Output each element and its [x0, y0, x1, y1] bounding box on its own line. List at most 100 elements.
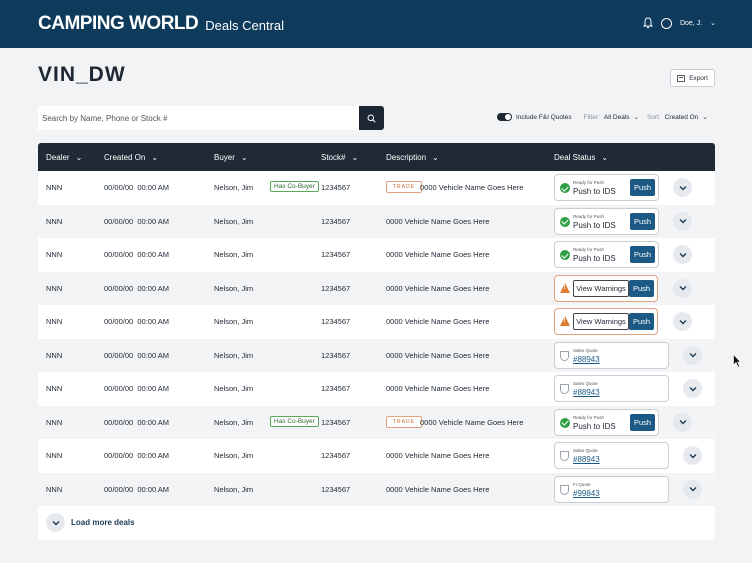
deal-status-box: Sales Quote #88943: [554, 375, 669, 402]
status-label: Ready for Push: [573, 180, 605, 185]
push-button[interactable]: Push: [629, 279, 654, 297]
expand-row-button[interactable]: [683, 479, 702, 499]
dealer-cell: NNN: [46, 250, 63, 259]
push-button[interactable]: Push: [630, 179, 655, 196]
column-buyer[interactable]: Buyer ⌄: [214, 153, 248, 162]
description-cell: 0000 Vehicle Name Goes Here: [386, 451, 490, 460]
status-text: Push to IDS: [573, 187, 616, 196]
column-description[interactable]: Description ⌄: [386, 153, 439, 162]
chevron-down-icon[interactable]: ⌄: [710, 19, 716, 27]
chevron-down-icon: [689, 487, 696, 492]
quote-link[interactable]: #88943: [573, 455, 600, 464]
view-warnings-button[interactable]: View Warnings: [573, 279, 629, 297]
column-stock[interactable]: Stock# ⌄: [321, 153, 358, 162]
stock-cell: 1234567: [321, 417, 351, 427]
chevron-down-icon: [679, 319, 686, 324]
status-text: Push to IDS: [573, 220, 616, 230]
table-row[interactable]: NNN 00/00/00 00:00 AM Nelson, Jim 1234567 00…: [38, 305, 715, 338]
chevron-down-icon[interactable]: ⌄: [634, 113, 639, 121]
table-row[interactable]: NNN 00/00/00 00:00 AM Nelson, Jim 1234567 00…: [38, 238, 715, 271]
export-label: Export: [689, 74, 708, 82]
bell-icon[interactable]: [642, 17, 653, 29]
table-row[interactable]: NNN 00/00/00 00:00 AM Nelson, Jim Has Co-Bu…: [38, 405, 715, 439]
table-row[interactable]: NNN 00/00/00 00:00 AM Nelson, Jim 1234567 00…: [38, 204, 715, 238]
top-bar: CAMPING WORLD Deals Central Doe, J. ⌄: [0, 0, 752, 48]
column-label: Buyer: [214, 153, 235, 162]
view-warnings-button[interactable]: View Warnings: [573, 313, 629, 330]
expand-row-button[interactable]: [673, 278, 692, 298]
trade-badge: TRADE: [386, 415, 422, 428]
expand-row-button[interactable]: [673, 178, 692, 197]
expand-row-button[interactable]: [673, 211, 692, 231]
expand-row-button[interactable]: [673, 312, 692, 331]
push-button[interactable]: Push: [630, 246, 655, 263]
status-label: Ready for Push: [573, 213, 605, 219]
chevron-down-icon[interactable]: ⌄: [702, 113, 707, 121]
table-row[interactable]: NNN 00/00/00 00:00 AM Nelson, Jim 1234567 00…: [38, 372, 715, 405]
chevron-down-icon: ⌄: [240, 153, 248, 162]
dealer-cell: NNN: [46, 417, 63, 427]
table-row[interactable]: NNN 00/00/00 00:00 AM Nelson, Jim 1234567 00…: [38, 439, 715, 472]
user-name[interactable]: Doe, J.: [680, 20, 702, 27]
chevron-down-icon: ⌄: [351, 153, 359, 162]
push-button[interactable]: Push: [629, 313, 654, 330]
search-input[interactable]: [38, 106, 360, 130]
buyer-cell: Nelson, Jim: [214, 216, 254, 226]
column-dealer[interactable]: Dealer ⌄: [46, 153, 82, 162]
table-row[interactable]: NNN 00/00/00 00:00 AM Nelson, Jim 1234567 00…: [38, 338, 715, 372]
user-avatar-icon[interactable]: [660, 17, 672, 29]
search-button[interactable]: [359, 106, 384, 130]
shield-icon: [560, 451, 569, 461]
column-deal-status[interactable]: Deal Status ⌄: [554, 153, 608, 162]
chevron-down-icon: ⌄: [432, 153, 439, 162]
column-created-on[interactable]: Created On ⌄: [104, 153, 158, 162]
export-button[interactable]: Export: [670, 69, 715, 87]
quote-link[interactable]: #88943: [573, 388, 600, 397]
buyer-cell: Nelson, Jim: [214, 283, 254, 293]
warning-icon: [560, 316, 570, 326]
expand-row-button[interactable]: [683, 379, 702, 398]
column-label: Created On: [104, 153, 146, 162]
dealer-cell: NNN: [46, 384, 63, 393]
buyer-cell: Nelson, Jim: [214, 250, 254, 259]
chevron-down-icon: ⌄: [151, 153, 159, 162]
table-row[interactable]: NNN 00/00/00 00:00 AM Nelson, Jim 1234567 00…: [38, 271, 715, 305]
deal-status-box: Ready for Push Push to IDS Push: [554, 174, 659, 201]
include-fi-toggle[interactable]: [497, 113, 512, 121]
chevron-down-icon: [679, 252, 686, 257]
trade-badge: TRADE: [386, 181, 422, 193]
buyer-cell: Nelson, Jim: [214, 417, 254, 427]
deal-status-box: Ready for Push Push to IDS Push: [554, 207, 659, 235]
load-more-button[interactable]: Load more deals: [46, 513, 135, 532]
sort-select[interactable]: Created On: [665, 114, 699, 121]
quote-link[interactable]: #99843: [573, 489, 600, 498]
dealer-cell: NNN: [46, 451, 63, 460]
buyer-cell: Nelson, Jim: [214, 384, 254, 393]
warning-icon: [560, 282, 570, 293]
quote-link[interactable]: #88943: [573, 355, 600, 364]
push-button[interactable]: Push: [630, 212, 655, 230]
table-row[interactable]: NNN 00/00/00 00:00 AM Nelson, Jim Has Co-Bu…: [38, 171, 715, 204]
stock-cell: 1234567: [321, 283, 351, 293]
dealer-cell: NNN: [46, 216, 63, 226]
expand-row-button[interactable]: [673, 412, 692, 432]
created-cell: 00/00/00 00:00 AM: [104, 451, 170, 460]
filter-select[interactable]: All Deals: [604, 114, 630, 121]
table-row[interactable]: NNN 00/00/00 00:00 AM Nelson, Jim 1234567 00…: [38, 472, 715, 506]
description-cell: 0000 Vehicle Name Goes Here: [386, 350, 490, 360]
stock-cell: 1234567: [321, 317, 351, 326]
expand-row-button[interactable]: [683, 345, 702, 365]
description-cell: 0000 Vehicle Name Goes Here: [386, 384, 490, 393]
expand-row-button[interactable]: [673, 245, 692, 264]
shield-icon: [560, 484, 569, 495]
deal-status-box: Sales Quote #88943: [554, 442, 669, 469]
dealer-cell: NNN: [46, 484, 63, 494]
check-circle-icon: [560, 183, 570, 193]
column-label: Stock#: [321, 153, 346, 162]
status-text: Push to IDS: [573, 421, 616, 431]
brand-logo[interactable]: CAMPING WORLD: [38, 13, 199, 35]
deal-status-box: Sales Quote #88943: [554, 341, 669, 369]
stock-cell: 1234567: [321, 250, 351, 259]
expand-row-button[interactable]: [683, 446, 702, 465]
push-button[interactable]: Push: [630, 413, 655, 431]
